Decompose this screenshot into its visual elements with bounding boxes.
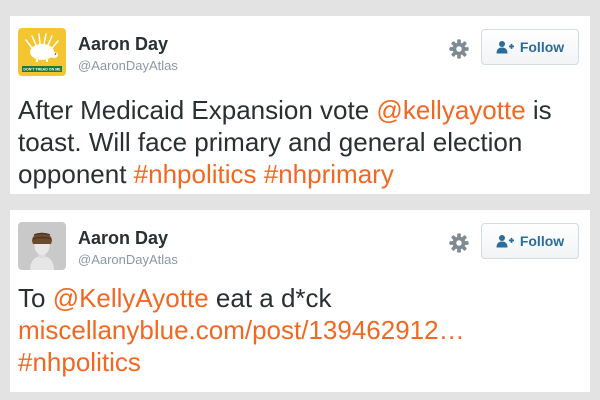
gadsden-flag-avatar: DON'T TREAD ON ME: [18, 28, 66, 76]
author-name[interactable]: Aaron Day: [78, 34, 168, 55]
author-name[interactable]: Aaron Day: [78, 228, 168, 249]
follow-label: Follow: [519, 39, 565, 55]
text-segment: After Medicaid Expansion vote: [18, 95, 377, 125]
gear-icon[interactable]: [448, 38, 470, 60]
text-segment: eat a d*ck: [208, 283, 332, 313]
hashtag-link[interactable]: #nhprimary: [264, 159, 394, 189]
tweet-text: To @KellyAyotte eat a d*ck miscellanyblu…: [18, 282, 566, 378]
follow-person-plus-icon: [496, 41, 514, 54]
follow-label: Follow: [519, 233, 565, 249]
mention-link[interactable]: @kellyayotte: [376, 95, 525, 125]
url-link[interactable]: miscellanyblue.com/post/139462912…: [18, 315, 465, 345]
gear-icon[interactable]: [448, 232, 470, 254]
bust-photo-avatar: [18, 222, 66, 270]
author-handle[interactable]: @AaronDayAtlas: [78, 252, 178, 267]
follow-person-plus-icon: [496, 235, 514, 248]
avatar[interactable]: DON'T TREAD ON ME: [18, 28, 66, 76]
hashtag-link[interactable]: #nhpolitics: [134, 159, 257, 189]
follow-button[interactable]: Follow: [481, 223, 579, 259]
tweet-card: Aaron Day @AaronDayAtlas Follow To @Kell…: [10, 210, 590, 392]
avatar[interactable]: [18, 222, 66, 270]
hashtag-link[interactable]: #nhpolitics: [18, 347, 141, 377]
avatar-caption: DON'T TREAD ON ME: [23, 68, 61, 72]
mention-link[interactable]: @KellyAyotte: [53, 283, 209, 313]
author-handle[interactable]: @AaronDayAtlas: [78, 58, 178, 73]
tweet-text: After Medicaid Expansion vote @kellyayot…: [18, 94, 566, 190]
text-segment: [257, 159, 264, 189]
text-segment: To: [18, 283, 53, 313]
tweet-card: DON'T TREAD ON ME Aaron Day @AaronDayAtl…: [10, 16, 590, 194]
follow-button[interactable]: Follow: [481, 29, 579, 65]
